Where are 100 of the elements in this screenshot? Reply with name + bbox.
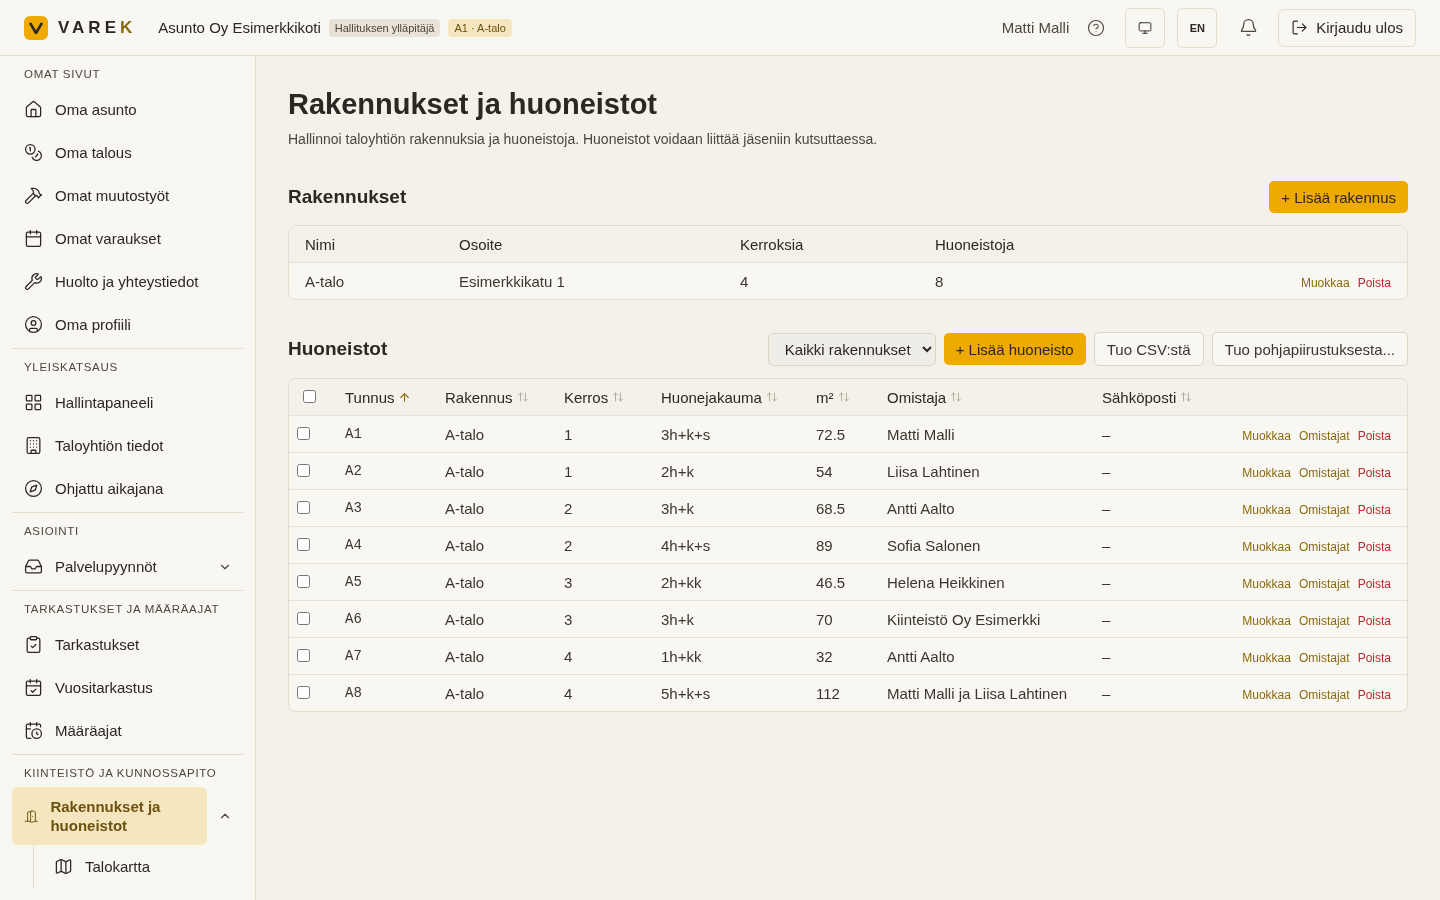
table-cell: 72.5 [800,415,871,453]
table-cell: 2h+k [645,452,800,490]
select-all-checkbox[interactable] [303,389,316,403]
row-checkbox[interactable] [297,426,310,440]
edit-link[interactable]: Muokkaa [1242,576,1291,591]
table-cell: 89 [800,526,871,564]
delete-link[interactable]: Poista [1357,613,1391,628]
building-filter[interactable]: Kaikki rakennukset [767,332,936,366]
logout-button[interactable]: Kirjaudu ulos [1278,8,1416,47]
sidebar-item[interactable]: Omat muutostyöt [12,174,243,217]
delete-link[interactable]: Poista [1357,428,1391,443]
table-cell: A1 [329,415,429,453]
sidebar-item[interactable]: Palvelupyynnöt [12,545,207,588]
table-cell: 3 [548,600,645,638]
coins-icon [24,143,43,162]
user-name: Matti Malli [1001,19,1070,36]
table-cell: Matti Malli ja Liisa Lahtinen [871,674,1086,711]
sidebar-item[interactable]: Talokartta [42,845,243,888]
help-icon[interactable] [1087,18,1106,37]
table-cell: 112 [800,674,871,711]
table-cell: A-talo [429,674,548,711]
calendar-clock-icon [24,721,43,740]
sidebar-item[interactable]: Rakennukset ja huoneistot [12,787,207,845]
row-checkbox[interactable] [297,500,310,514]
sidebar-item[interactable]: Määräajat [12,709,243,752]
table-cell: 4 [548,674,645,711]
edit-link[interactable]: Muokkaa [1242,465,1291,480]
page-title: Rakennukset ja huoneistot [288,88,658,121]
table-cell: 2h+kk [645,563,800,601]
table-cell: Antti Aalto [871,489,1086,527]
table-cell: Sofia Salonen [871,526,1086,564]
row-checkbox[interactable] [297,611,310,625]
delete-link[interactable]: Poista [1357,465,1391,480]
table-cell: 4h+k+s [645,526,800,564]
owners-link[interactable]: Omistajat [1298,465,1350,480]
owners-link[interactable]: Omistajat [1298,428,1350,443]
table-cell: 32 [800,637,871,675]
table-cell: 8 [919,262,1144,299]
sidebar-item[interactable]: Tarkastukset [12,623,243,666]
display-button[interactable] [1125,7,1166,48]
edit-link[interactable]: Muokkaa [1242,650,1291,665]
row-checkbox[interactable] [297,648,310,662]
building-icon [24,436,43,455]
bell-icon[interactable] [1239,18,1259,37]
user-circle-icon [24,315,43,334]
edit-link[interactable]: Muokkaa [1242,539,1291,554]
table-cell: 1 [548,452,645,490]
table-cell: A6 [329,600,429,638]
delete-link[interactable]: Poista [1357,502,1391,517]
add-building-button[interactable]: + Lisää rakennus [1269,181,1408,213]
delete-link[interactable]: Poista [1357,687,1391,702]
role-badge: Hallituksen ylläpitäjä [328,18,441,37]
row-checkbox[interactable] [297,463,310,477]
owners-link[interactable]: Omistajat [1298,576,1350,591]
table-cell: – [1086,415,1213,453]
sidebar-item[interactable]: Hallintapaneeli [12,381,243,424]
language-button[interactable]: EN [1177,7,1218,48]
edit-link[interactable]: Muokkaa [1242,502,1291,517]
edit-link[interactable]: Muokkaa [1242,687,1291,702]
owners-link[interactable]: Omistajat [1298,613,1350,628]
column-header: Kerroksia [724,226,919,263]
sidebar-item[interactable]: Oma talous [12,131,243,174]
table-cell: 4 [548,637,645,675]
column-header: Osoite [443,226,724,263]
owners-link[interactable]: Omistajat [1298,539,1350,554]
delete-link[interactable]: Poista [1357,539,1391,554]
row-checkbox[interactable] [297,574,310,588]
table-cell: A-talo [429,637,548,675]
compass-icon [24,479,43,498]
sidebar-item[interactable]: Vuositarkastus [12,666,243,709]
delete-link[interactable]: Poista [1357,275,1391,290]
section-heading: KIINTEISTÖ JA KUNNOSSAPITO [23,766,218,781]
table-cell: 2 [548,526,645,564]
sidebar-item[interactable]: Oma asunto [12,88,243,131]
edit-link[interactable]: Muokkaa [1300,275,1350,290]
calendar-check-icon [24,678,43,697]
sidebar-item[interactable]: Oma profiili [12,303,243,346]
logo-icon [24,15,48,40]
import-button[interactable]: Tuo pohjapiirustuksesta... [1211,332,1408,366]
row-checkbox[interactable] [297,685,310,699]
logo-text: VARE K [58,17,137,38]
sidebar-item[interactable]: Omat varaukset [12,217,243,260]
import-button[interactable]: Tuo CSV:stä [1093,332,1204,366]
sidebar-item[interactable]: Ohjattu aikajana [12,467,243,510]
table-cell: A-talo [289,262,443,299]
row-checkbox[interactable] [297,537,310,551]
edit-link[interactable]: Muokkaa [1242,613,1291,628]
sidebar-item[interactable]: Huolto ja yhteystiedot [12,260,243,303]
delete-link[interactable]: Poista [1357,576,1391,591]
column-header: Nimi [289,226,443,263]
owners-link[interactable]: Omistajat [1298,650,1350,665]
sidebar-item[interactable]: Taloyhtiön tiedot [12,424,243,467]
owners-link[interactable]: Omistajat [1298,687,1350,702]
add-apartment-button[interactable]: + Lisää huoneisto [943,333,1086,365]
owners-link[interactable]: Omistajat [1298,502,1350,517]
column-header[interactable]: Omistaja [887,388,963,406]
delete-link[interactable]: Poista [1357,650,1391,665]
table-cell: Liisa Lahtinen [871,452,1086,490]
inbox-icon [24,557,43,576]
edit-link[interactable]: Muokkaa [1242,428,1291,443]
